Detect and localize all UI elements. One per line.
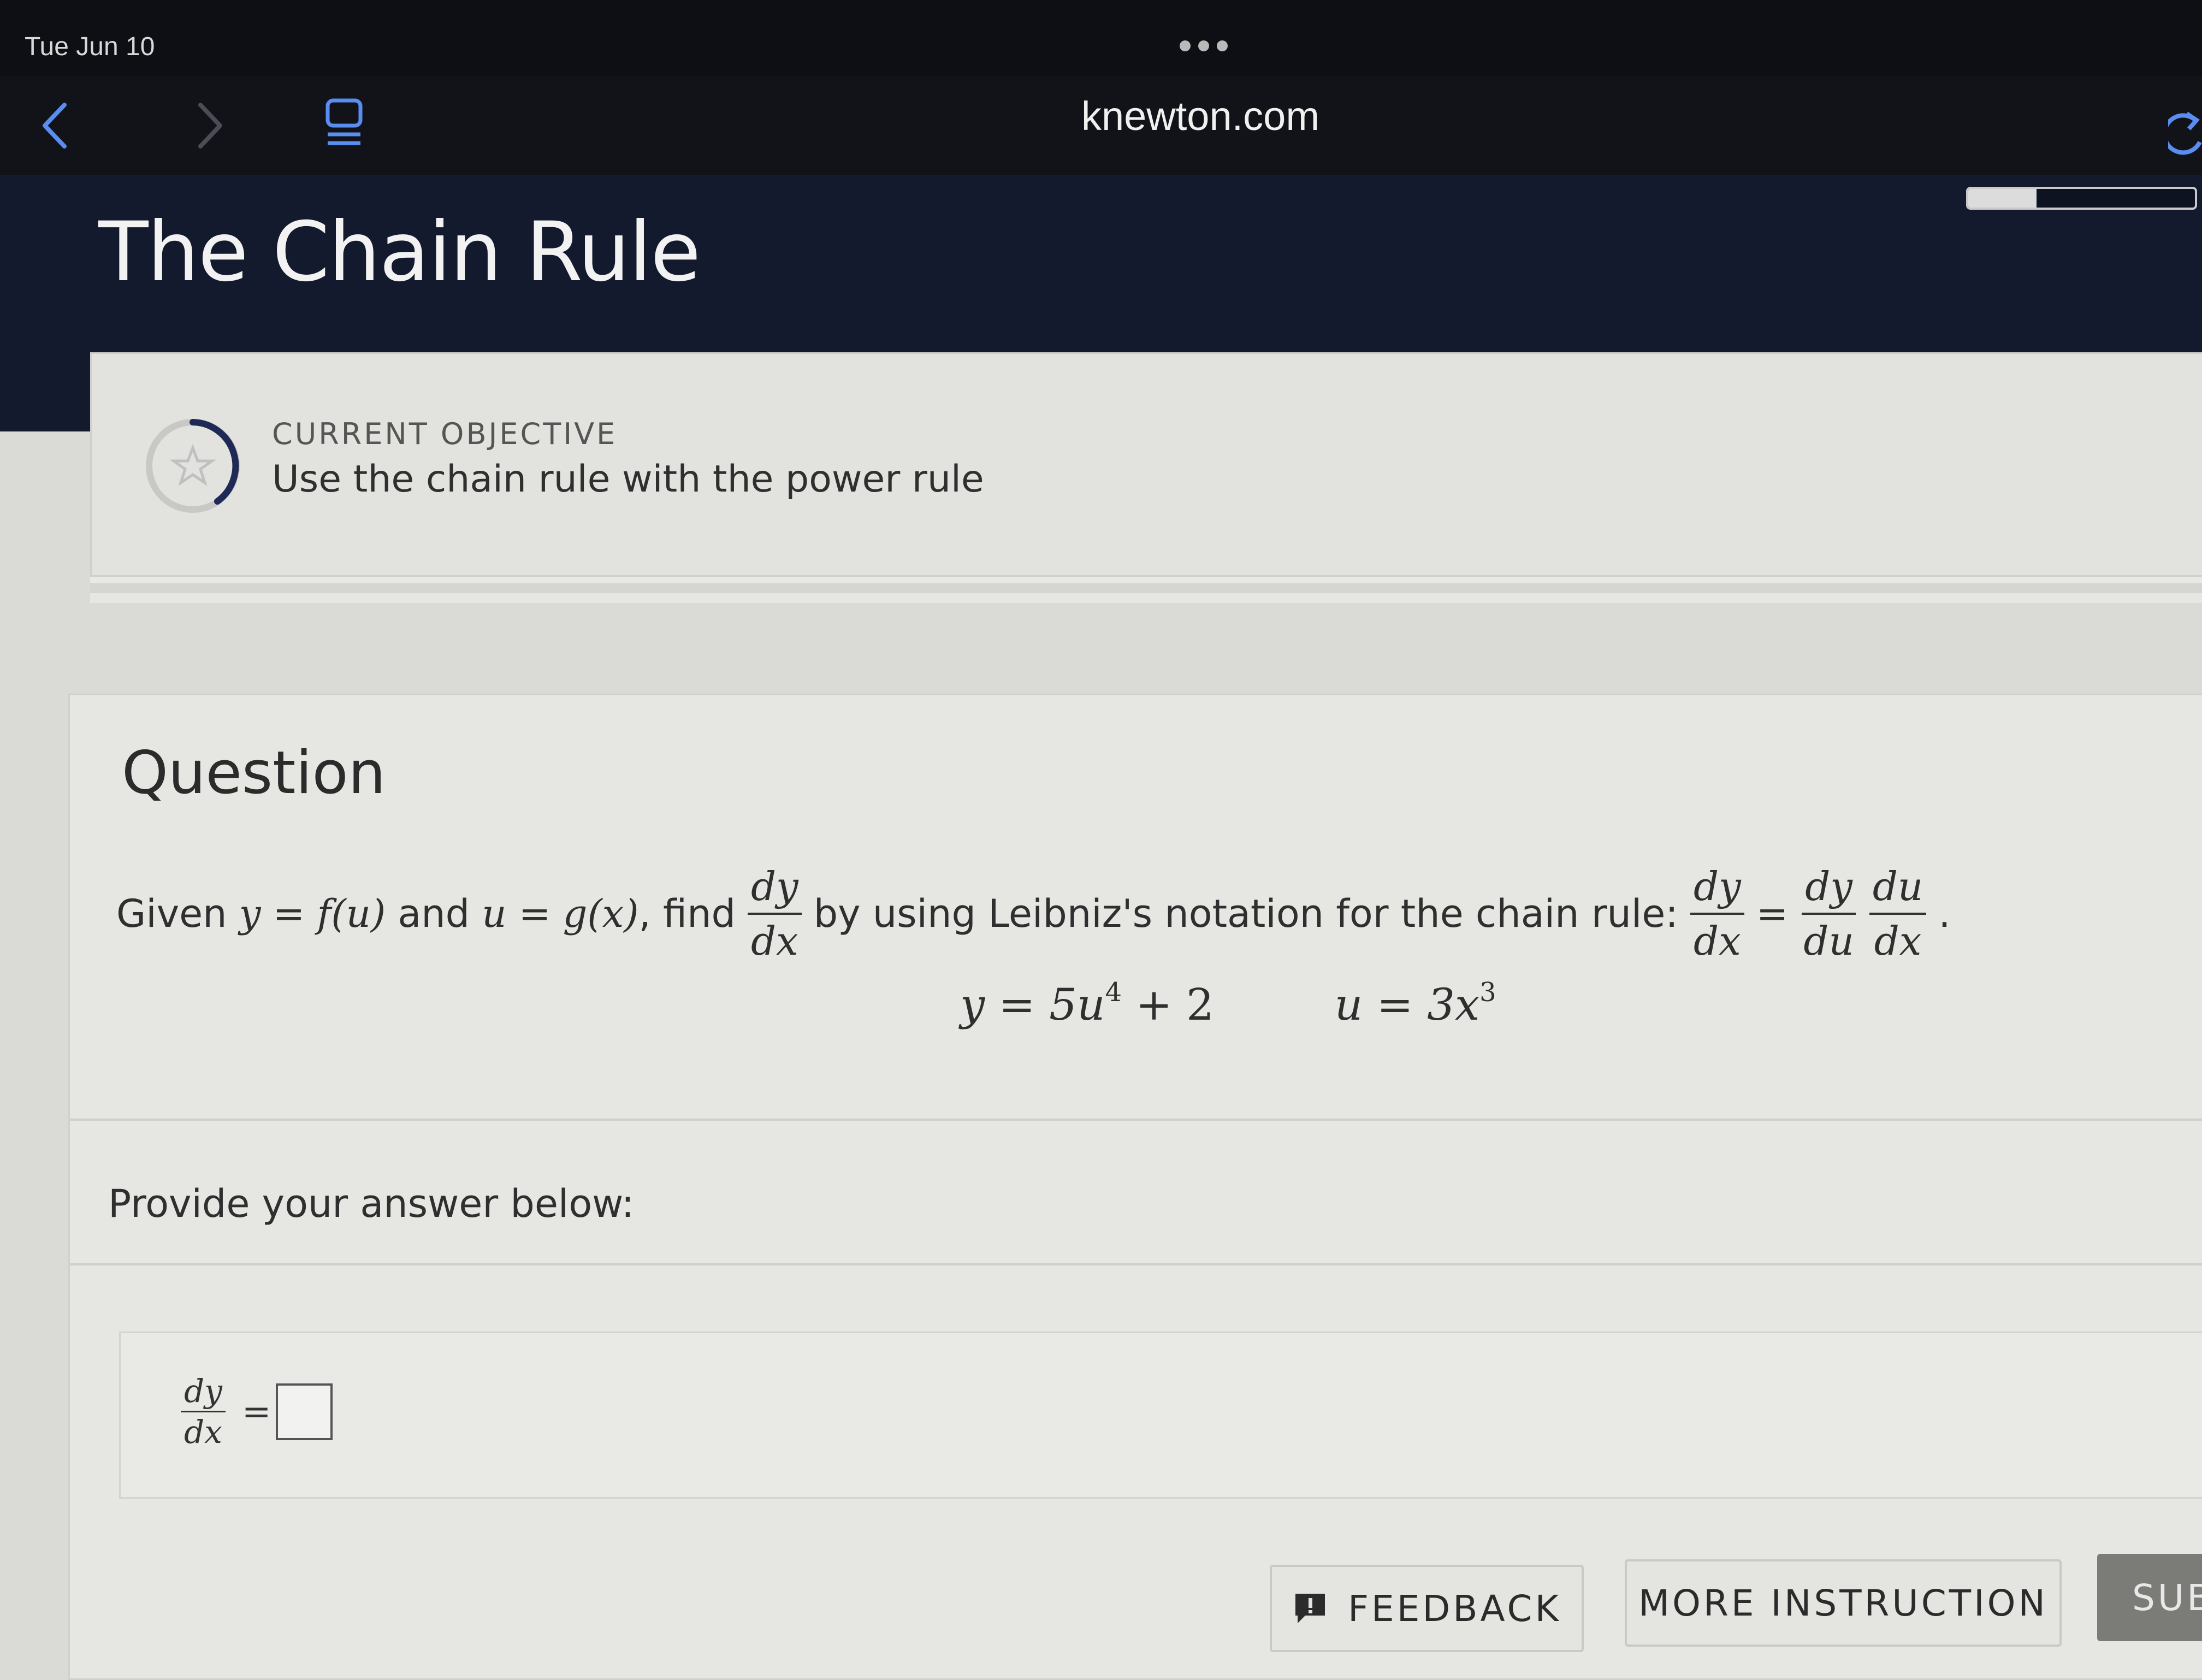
objective-text: Use the chain rule with the power rule xyxy=(272,458,984,501)
given-text: Given xyxy=(116,891,227,936)
fraction-dy-dx-rule: dy dx xyxy=(1690,860,1744,967)
answer-area: dy dx = xyxy=(119,1332,2202,1499)
browser-toolbar: knewton.com xyxy=(0,76,2202,175)
back-chevron-icon[interactable] xyxy=(38,98,71,155)
divider xyxy=(70,1119,2202,1121)
question-heading: Question xyxy=(122,739,386,807)
fraction-numerator: dy xyxy=(747,860,802,915)
equals-sign: = xyxy=(241,1391,271,1432)
given-equations: y = 5u4 + 2 u = 3x3 xyxy=(960,977,1496,1030)
address-bar-url[interactable]: knewton.com xyxy=(1081,93,1319,139)
equation-y-tail: + 2 xyxy=(1122,979,1214,1030)
period: . xyxy=(1938,891,1951,936)
objective-label: CURRENT OBJECTIVE xyxy=(272,417,618,451)
more-instruction-label: MORE INSTRUCTION xyxy=(1638,1582,2048,1624)
page-title: The Chain Rule xyxy=(98,205,701,300)
fraction-numerator: dy xyxy=(1802,860,1856,915)
more-instruction-button[interactable]: MORE INSTRUCTION xyxy=(1625,1559,2062,1647)
objective-star-icon xyxy=(141,414,245,520)
equals-sign: = xyxy=(1756,891,1789,936)
forward-chevron-icon[interactable] xyxy=(194,98,227,155)
answer-prompt: Provide your answer below: xyxy=(108,1181,635,1226)
submit-button[interactable]: SUB xyxy=(2097,1554,2202,1641)
find-text: , find xyxy=(638,891,736,936)
status-date: Tue Jun 10 xyxy=(25,32,155,61)
fraction-denominator: dx xyxy=(750,918,798,964)
fraction-denominator: dx xyxy=(1874,918,1922,964)
question-text: Given y = f(u) and u = g(x) , find dy dx… xyxy=(116,859,1951,968)
feedback-label: FEEDBACK xyxy=(1348,1587,1561,1630)
leibniz-text: by using Leibniz's notation for the chai… xyxy=(813,891,1678,936)
math-u-eq-gx: u = g(x) xyxy=(482,891,639,936)
fraction-denominator: dx xyxy=(184,1413,222,1451)
progress-bar xyxy=(1966,187,2197,210)
answer-equation: dy dx = xyxy=(181,1371,333,1452)
math-y-eq-fu: y = f(u) xyxy=(239,891,386,936)
question-panel: Question Given y = f(u) and u = g(x) , f… xyxy=(68,694,2202,1680)
exponent-u: 3 xyxy=(1479,977,1496,1008)
current-objective-card[interactable]: CURRENT OBJECTIVE Use the chain rule wit… xyxy=(90,352,2202,577)
answer-fraction-dy-dx: dy dx xyxy=(181,1371,226,1452)
equation-y: y = 5u xyxy=(960,979,1105,1030)
fraction-numerator: dy xyxy=(1690,860,1744,915)
divider xyxy=(70,1263,2202,1265)
fraction-numerator: du xyxy=(1869,860,1927,915)
fraction-dy-du: dy du xyxy=(1800,860,1857,967)
submit-label: SUB xyxy=(2132,1576,2202,1619)
tabs-overview-icon[interactable] xyxy=(322,93,366,155)
fraction-numerator: dy xyxy=(181,1371,226,1412)
fraction-denominator: du xyxy=(1803,918,1854,964)
fraction-du-dx: du dx xyxy=(1869,860,1927,967)
and-text: and xyxy=(398,891,470,936)
progress-bar-fill xyxy=(1968,189,2037,208)
more-dots-icon[interactable] xyxy=(1180,40,1235,54)
answer-input[interactable] xyxy=(275,1383,333,1440)
fraction-dy-dx: dy dx xyxy=(747,860,802,967)
status-bar: Tue Jun 10 xyxy=(0,0,2202,76)
reload-icon[interactable] xyxy=(2162,109,2202,161)
feedback-button[interactable]: FEEDBACK xyxy=(1270,1565,1584,1652)
fraction-denominator: dx xyxy=(1693,918,1741,964)
equation-u: u = 3x xyxy=(1334,979,1480,1030)
feedback-icon xyxy=(1292,1590,1328,1626)
exponent-y: 4 xyxy=(1105,977,1122,1008)
